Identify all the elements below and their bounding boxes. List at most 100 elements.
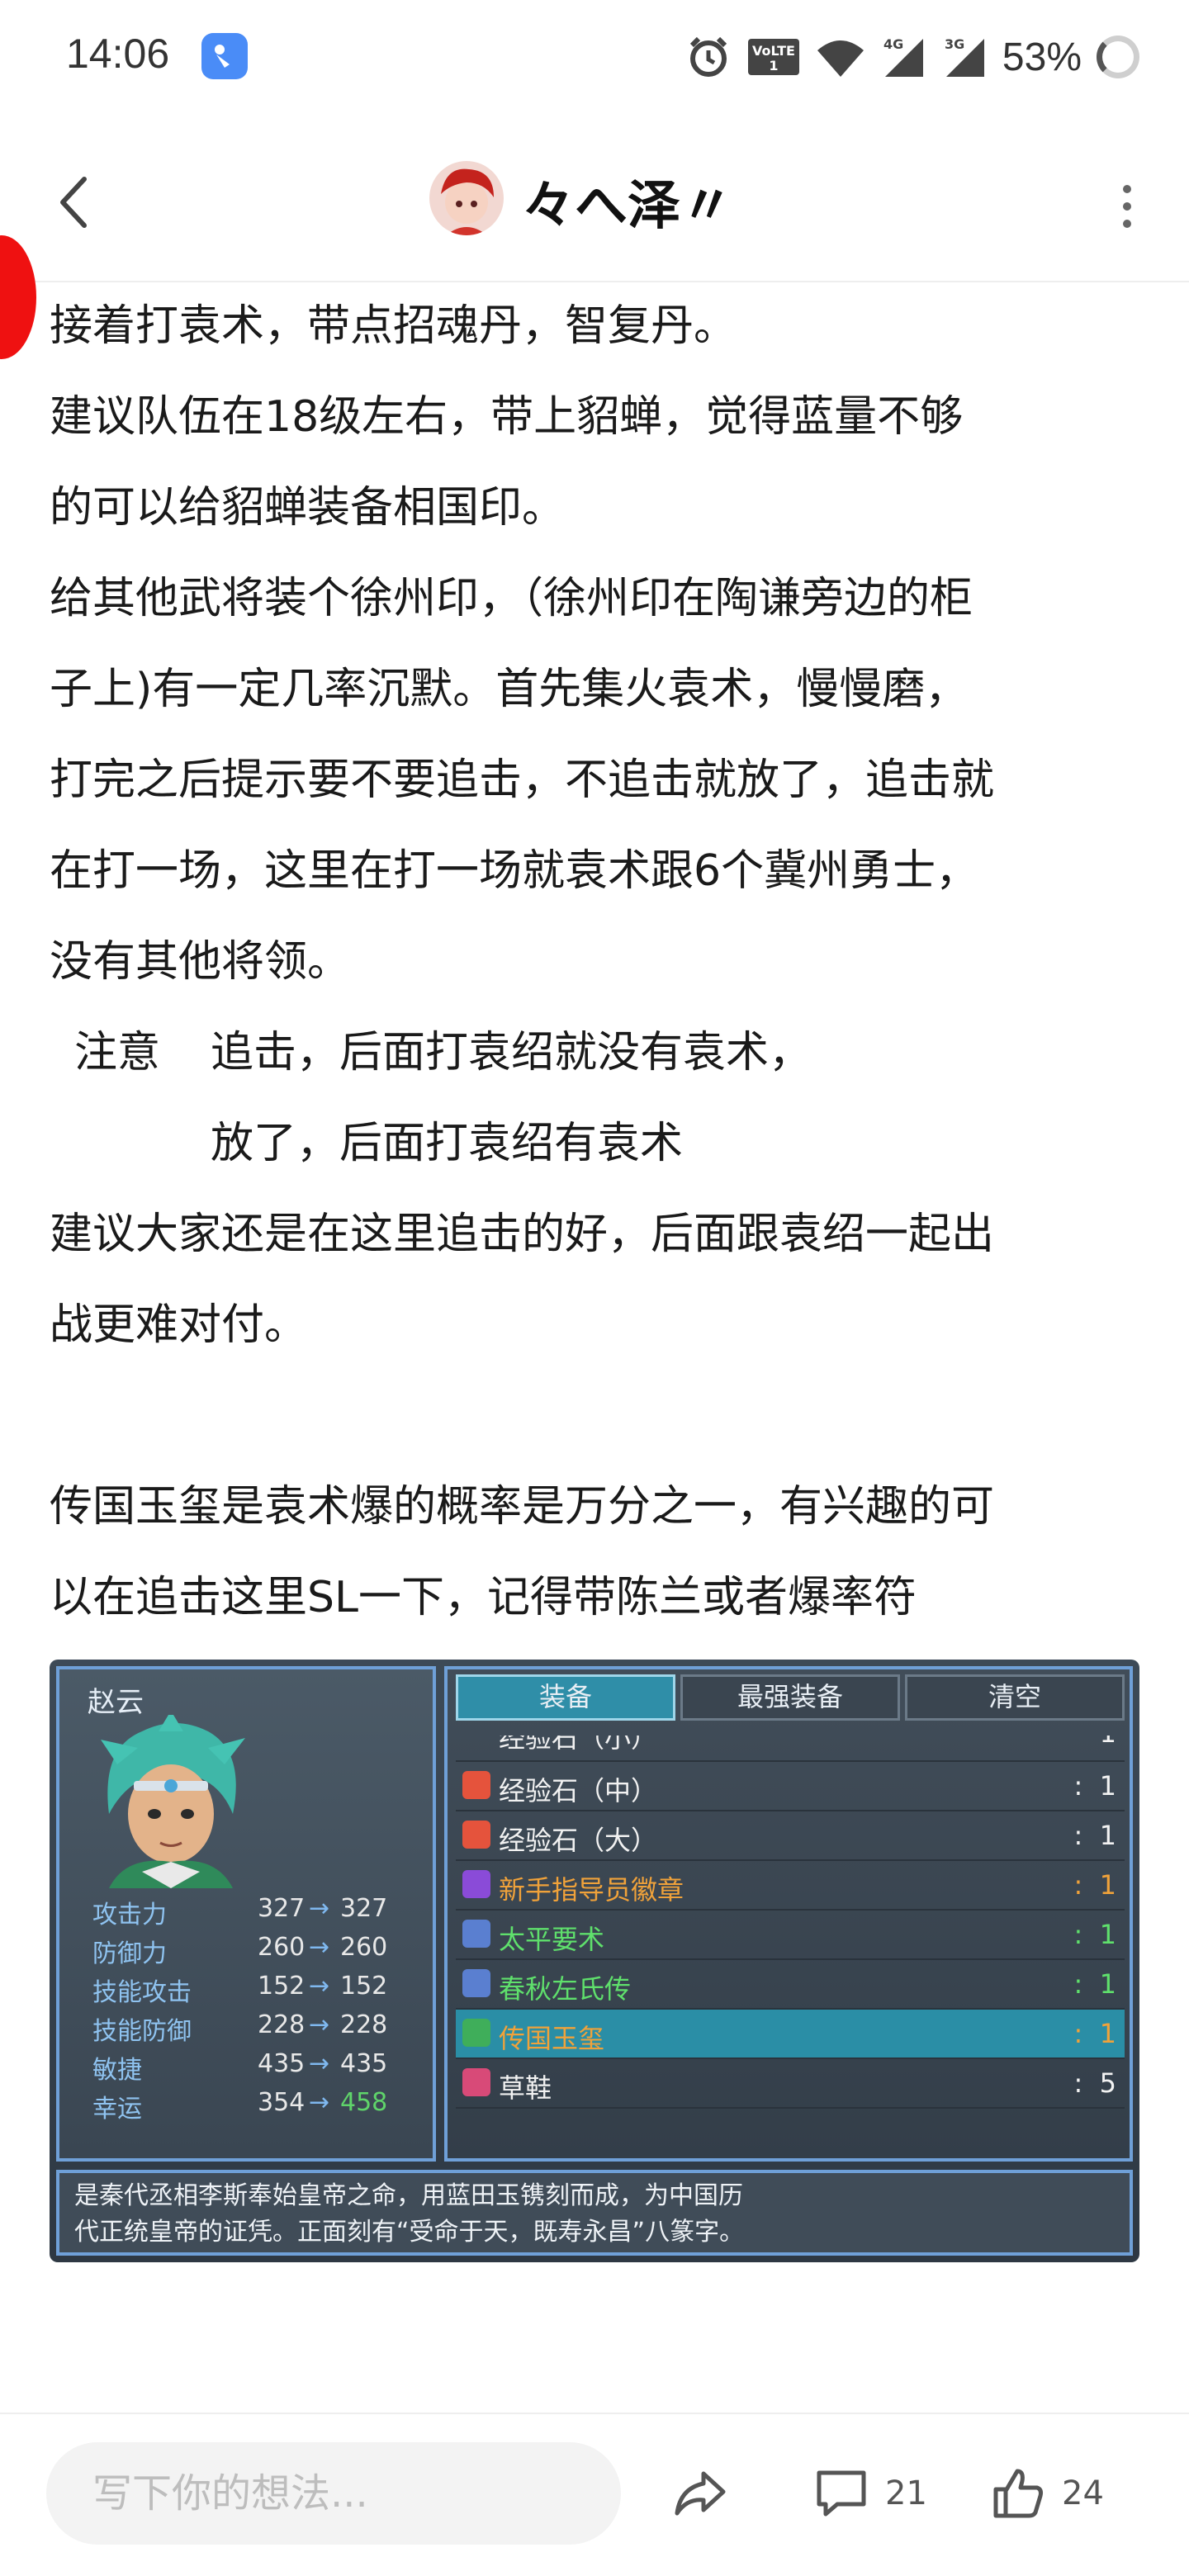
wifi-icon bbox=[817, 40, 864, 77]
stat-row: 技能防御 228 → 228 bbox=[84, 2010, 431, 2049]
stat-row: 攻击力 327 → 327 bbox=[84, 1894, 431, 1933]
article-line: 在打一场，这里在打一场就袁术跟6个冀州勇士， bbox=[50, 846, 979, 896]
list-item: 经验石（中）: 1 bbox=[456, 1762, 1125, 1811]
article-line: 接着打袁术，带点招魂丹，智复丹。 bbox=[50, 301, 737, 351]
note-row: 放了，后面打袁绍有袁术 bbox=[50, 1098, 1148, 1189]
thumbs-up-icon bbox=[993, 2469, 1043, 2518]
arrow-icon: → bbox=[309, 2010, 330, 2039]
page-title: 々へ泽〃 bbox=[522, 176, 733, 237]
comment-input[interactable] bbox=[46, 2442, 621, 2545]
stat-before: 354 bbox=[258, 2088, 306, 2117]
stat-after: 260 bbox=[340, 1933, 388, 1962]
separator: : bbox=[1073, 1820, 1083, 1851]
description-line: 代正统皇帝的证凭。正面刻有“受命于天，既寿永昌”八篆字。 bbox=[74, 2218, 745, 2247]
item-list: 经验石（小） 1 经验石（中）: 1 经验石（大）: 1 新手指导员徽章: 1 太… bbox=[456, 1735, 1125, 2109]
stat-after: 458 bbox=[340, 2088, 388, 2117]
alarm-icon bbox=[689, 36, 727, 77]
bottom-divider bbox=[0, 2413, 1189, 2414]
item-count: 1 bbox=[1099, 1869, 1116, 1901]
stat-row: 幸运 354 → 458 bbox=[84, 2088, 431, 2127]
stat-label: 敏捷 bbox=[92, 2056, 142, 2085]
arrow-icon: → bbox=[309, 1972, 330, 2001]
item-count: 5 bbox=[1099, 2067, 1116, 2099]
tab-best-equip: 最强装备 bbox=[680, 1674, 900, 1721]
arrow-icon: → bbox=[309, 1894, 330, 1923]
separator: : bbox=[1073, 1869, 1083, 1901]
fire-icon bbox=[462, 1821, 490, 1849]
item-name: 草鞋 bbox=[499, 2072, 552, 2104]
status-icons: VoLTE 1 4G 3G 53% bbox=[685, 28, 1139, 86]
svg-text:1: 1 bbox=[769, 58, 778, 73]
stat-after: 327 bbox=[340, 1894, 388, 1923]
character-portrait-icon bbox=[101, 1715, 245, 1888]
avatar[interactable] bbox=[429, 161, 504, 235]
tab-equip: 装备 bbox=[456, 1674, 675, 1721]
book-icon bbox=[462, 1969, 490, 1997]
chevron-left-icon[interactable] bbox=[41, 169, 107, 235]
book-icon bbox=[462, 1920, 490, 1948]
article-line: 战更难对付。 bbox=[50, 1300, 308, 1350]
list-item-selected: 传国玉玺: 1 bbox=[456, 2010, 1125, 2059]
separator: : bbox=[1073, 2018, 1083, 2049]
article-line: 传国玉玺是袁术爆的概率是万分之一，有兴趣的可 bbox=[50, 1482, 995, 1532]
item-count: 1 bbox=[1099, 1919, 1116, 1950]
comment-count: 21 bbox=[885, 2474, 927, 2512]
volte-icon: VoLTE1 bbox=[747, 39, 799, 75]
stat-after: 228 bbox=[340, 2010, 388, 2039]
stat-before: 152 bbox=[258, 1972, 306, 2001]
article-body: 接着打袁术，带点招魂丹，智复丹。 建议队伍在18级左右，带上貂蝉，觉得蓝量不够 … bbox=[50, 281, 1148, 1643]
game-screenshot-image[interactable]: 赵云 攻击力 327 → 327 防御力 260 → 260 技能攻击 152 → 152 技能防… bbox=[50, 1660, 1139, 2262]
shoe-icon bbox=[462, 2068, 490, 2096]
stat-label: 攻击力 bbox=[92, 1901, 167, 1930]
equipment-tabs: 装备 最强装备 清空 bbox=[456, 1674, 1125, 1721]
list-item: 春秋左氏传: 1 bbox=[456, 1960, 1125, 2010]
list-item: 太平要术: 1 bbox=[456, 1911, 1125, 1960]
item-name: 经验石（中） bbox=[499, 1775, 658, 1807]
badge-icon bbox=[462, 1870, 490, 1898]
list-item: 经验石（小） 1 bbox=[456, 1735, 1125, 1762]
share-icon bbox=[675, 2471, 726, 2516]
item-name: 传国玉玺 bbox=[499, 2023, 605, 2054]
status-time: 14:06 bbox=[66, 31, 170, 77]
note-row: 注意 追击，后面打袁绍就没有袁术， bbox=[50, 1007, 1148, 1098]
article-line: 子上)有一定几率沉默。首先集火袁术，慢慢磨， bbox=[50, 665, 969, 714]
svg-text:3G: 3G bbox=[945, 36, 964, 52]
description-line: 是秦代丞相李斯奉始皇帝之命，用蓝田玉镌刻而成，为中国历 bbox=[74, 2181, 743, 2210]
separator: : bbox=[1073, 2067, 1083, 2099]
comment-button[interactable]: 21 bbox=[812, 2460, 927, 2526]
stat-before: 228 bbox=[258, 2010, 306, 2039]
like-count: 24 bbox=[1062, 2474, 1104, 2512]
list-item: 新手指导员徽章: 1 bbox=[456, 1861, 1125, 1911]
share-button[interactable] bbox=[670, 2460, 730, 2526]
status-bar: 14:06 VoLTE 1 4G 3G 53% bbox=[0, 0, 1189, 116]
signal-3g-icon: 3G bbox=[945, 36, 984, 77]
comment-icon bbox=[817, 2470, 866, 2517]
separator: : bbox=[1073, 1968, 1083, 2000]
separator: : bbox=[1073, 1919, 1083, 1950]
battery-ring-icon bbox=[1097, 36, 1139, 78]
stat-label: 防御力 bbox=[92, 1939, 167, 1968]
tab-clear: 清空 bbox=[905, 1674, 1125, 1721]
stat-label: 幸运 bbox=[92, 2095, 142, 2124]
signal-4g-icon: 4G bbox=[883, 36, 923, 77]
like-button[interactable]: 24 bbox=[989, 2460, 1104, 2526]
more-vertical-icon[interactable] bbox=[1115, 178, 1139, 235]
equipment-panel: 装备 最强装备 清空 经验石（小） 1 经验石（中）: 1 经验石（大）: 1 新… bbox=[444, 1666, 1133, 2162]
character-panel: 赵云 攻击力 327 → 327 防御力 260 → 260 技能攻击 152 → 152 技能防… bbox=[56, 1666, 436, 2162]
article-line: 没有其他将领。 bbox=[50, 937, 351, 987]
note-line: 放了，后面打袁绍有袁术 bbox=[211, 1119, 684, 1168]
svg-text:VoLTE: VoLTE bbox=[752, 43, 795, 59]
item-description: 是秦代丞相李斯奉始皇帝之命，用蓝田玉镌刻而成，为中国历 代正统皇帝的证凭。正面刻… bbox=[56, 2170, 1133, 2256]
article-line: 建议队伍在18级左右，带上貂蝉，觉得蓝量不够 bbox=[50, 392, 964, 442]
stat-label: 技能攻击 bbox=[92, 1978, 192, 2007]
stat-label: 技能防御 bbox=[92, 2017, 192, 2046]
list-item: 草鞋: 5 bbox=[456, 2059, 1125, 2109]
jade-seal-icon bbox=[462, 2019, 490, 2047]
article-line: 建议大家还是在这里追击的好，后面跟袁绍一起出 bbox=[50, 1210, 995, 1259]
item-name: 经验石（小） bbox=[499, 1735, 658, 1754]
battery-percent: 53% bbox=[1002, 35, 1082, 79]
item-count: 1 bbox=[1099, 2018, 1116, 2049]
stat-before: 435 bbox=[258, 2049, 306, 2078]
note-label: 注意 bbox=[74, 1028, 161, 1077]
